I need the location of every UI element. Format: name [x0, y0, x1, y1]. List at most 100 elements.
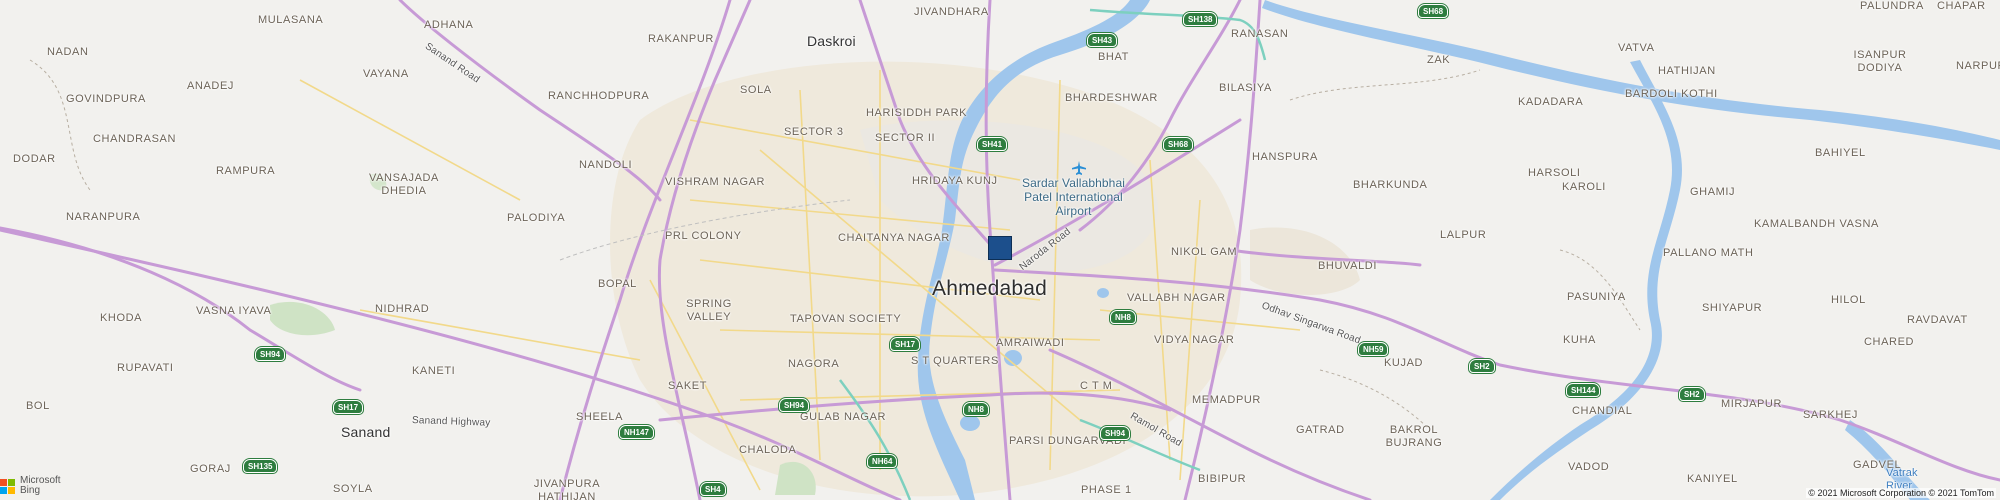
locality-label: KUHA	[1563, 334, 1596, 346]
highway-shield: SH43	[1087, 33, 1118, 47]
town-label-daskroi: Daskroi	[807, 33, 856, 49]
locality-label: ADHANA	[424, 19, 474, 31]
locality-label: CHAPAR	[1937, 0, 1986, 12]
highway-shield: SH135	[243, 459, 278, 473]
locality-label: NIKOL GAM	[1171, 246, 1238, 258]
locality-label: KHODA	[100, 312, 143, 324]
locality-label: ANADEJ	[187, 80, 234, 92]
river-label-line: Vatrak	[1886, 467, 1918, 479]
locality-label: HARSOLI	[1528, 167, 1581, 179]
locality-label: ZAK	[1427, 54, 1451, 66]
locality-label: RANASAN	[1231, 28, 1289, 40]
microsoft-logo-icon	[0, 478, 15, 494]
locality-label: NAGORA	[788, 358, 840, 370]
canal-water	[1262, 0, 2000, 150]
locality-label: S T QUARTERS	[911, 355, 999, 367]
locality-label: PRL COLONY	[665, 230, 742, 242]
locality-label: SOYLA	[333, 483, 373, 495]
locality-label: NARPURA	[1956, 60, 2000, 72]
logo-square-blue	[0, 486, 7, 494]
highway-shield: SH68	[1418, 4, 1449, 18]
locality-label: VIDYA NAGAR	[1154, 334, 1235, 346]
locality-label: BARDOLI KOTHI	[1625, 88, 1718, 100]
locality-label: SECTOR II	[875, 132, 936, 144]
highway-shield: NH59	[1358, 342, 1389, 356]
locality-label: KAROLI	[1562, 181, 1606, 193]
bing-logo[interactable]: Microsoft Bing	[0, 476, 61, 496]
locality-label: ISANPUR DODIYA	[1853, 49, 1907, 74]
highway-shield: SH138	[1183, 12, 1218, 26]
city-label-ahmedabad: Ahmedabad	[932, 277, 1048, 300]
locality-label: BILASIYA	[1219, 82, 1272, 94]
locality-label: TAPOVAN SOCIETY	[790, 313, 902, 325]
location-pin-marker[interactable]	[988, 236, 1012, 260]
locality-label: GOVINDPURA	[66, 93, 146, 105]
highway-shield: SH144	[1566, 383, 1601, 397]
highway-shield: SH17	[333, 400, 364, 414]
highway-shield: SH41	[977, 137, 1008, 151]
locality-label: GULAB NAGAR	[800, 411, 887, 423]
locality-label: KANETI	[412, 365, 456, 377]
locality-label: NANDOLI	[579, 159, 633, 171]
highway-shield: NH147	[619, 425, 654, 439]
locality-label: RAVDAVAT	[1907, 314, 1968, 326]
locality-label: RAMPURA	[216, 165, 276, 177]
locality-label: SECTOR 3	[784, 126, 844, 138]
locality-label: NIDHRAD	[375, 303, 430, 315]
locality-label: PALODIYA	[507, 212, 566, 224]
lake-chandola	[1097, 288, 1109, 298]
locality-label: SPRING VALLEY	[686, 298, 732, 323]
locality-label: KUJAD	[1384, 357, 1424, 369]
locality-label: SHIYAPUR	[1702, 302, 1763, 314]
locality-label: NADAN	[47, 46, 89, 58]
locality-label: BHARDESHWAR	[1065, 92, 1158, 104]
locality-label: HRIDAYA KUNJ	[912, 175, 998, 187]
locality-label: VATVA	[1618, 42, 1655, 54]
locality-label: KADADARA	[1518, 96, 1584, 108]
locality-label: MULASANA	[258, 14, 324, 26]
highway-shield: SH2	[1469, 359, 1495, 373]
locality-label: MEMADPUR	[1192, 394, 1261, 406]
locality-label: SHEELA	[576, 411, 624, 423]
locality-label: SARKHEJ	[1803, 409, 1858, 421]
airplane-icon[interactable]	[1072, 161, 1086, 175]
highway-shield: NH8	[1110, 310, 1137, 324]
locality-label: LALPUR	[1440, 229, 1487, 241]
locality-label: CHARED	[1864, 336, 1915, 348]
locality-label: PASUNIYA	[1567, 291, 1626, 303]
locality-label: BOPAL	[598, 278, 637, 290]
locality-label: JIVANPURA HATHIJAN	[533, 478, 601, 500]
locality-label: GHAMIJ	[1690, 186, 1736, 198]
locality-label: VANSAJADA DHEDIA	[369, 172, 439, 197]
locality-label: BHUVALDI	[1318, 260, 1377, 272]
locality-label: RANCHHODPURA	[548, 90, 650, 102]
locality-label: BOL	[26, 400, 50, 412]
locality-label: GATRAD	[1296, 424, 1345, 436]
locality-label: HATHIJAN	[1658, 65, 1716, 77]
map-view[interactable]: MULASANA ADHANA JIVANDHARA RAKANPUR NADA…	[0, 0, 2000, 500]
locality-label: HANSPURA	[1252, 151, 1318, 163]
locality-label: JIVANDHARA	[914, 6, 989, 18]
locality-label: CHANDIAL	[1572, 405, 1633, 417]
locality-label: HARISIDDH PARK	[866, 107, 968, 119]
map-attribution[interactable]: © 2021 Microsoft Corporation © 2021 TomT…	[1806, 488, 1996, 498]
locality-label: PALLANO MATH	[1663, 247, 1754, 259]
locality-label: VASNA IYAVA	[196, 305, 272, 317]
highway-shield: SH17	[890, 337, 921, 351]
lake	[960, 415, 980, 431]
highway-shield: NH64	[867, 454, 898, 468]
park-area	[270, 301, 335, 336]
locality-label: BIBIPUR	[1198, 473, 1247, 485]
highway-shield: SH94	[1100, 426, 1131, 440]
locality-label: BAHIYEL	[1815, 147, 1866, 159]
locality-label: SAKET	[668, 380, 708, 392]
locality-label: VAYANA	[363, 68, 409, 80]
town-label-sanand: Sanand	[341, 424, 391, 440]
logo-square-yellow	[8, 486, 15, 494]
locality-label: SOLA	[740, 84, 772, 96]
locality-label: DODAR	[13, 153, 56, 165]
logo-square-green	[8, 478, 15, 486]
locality-label: BHARKUNDA	[1353, 179, 1428, 191]
locality-label: RUPAVATI	[117, 362, 174, 374]
locality-label: VADOD	[1568, 461, 1610, 473]
